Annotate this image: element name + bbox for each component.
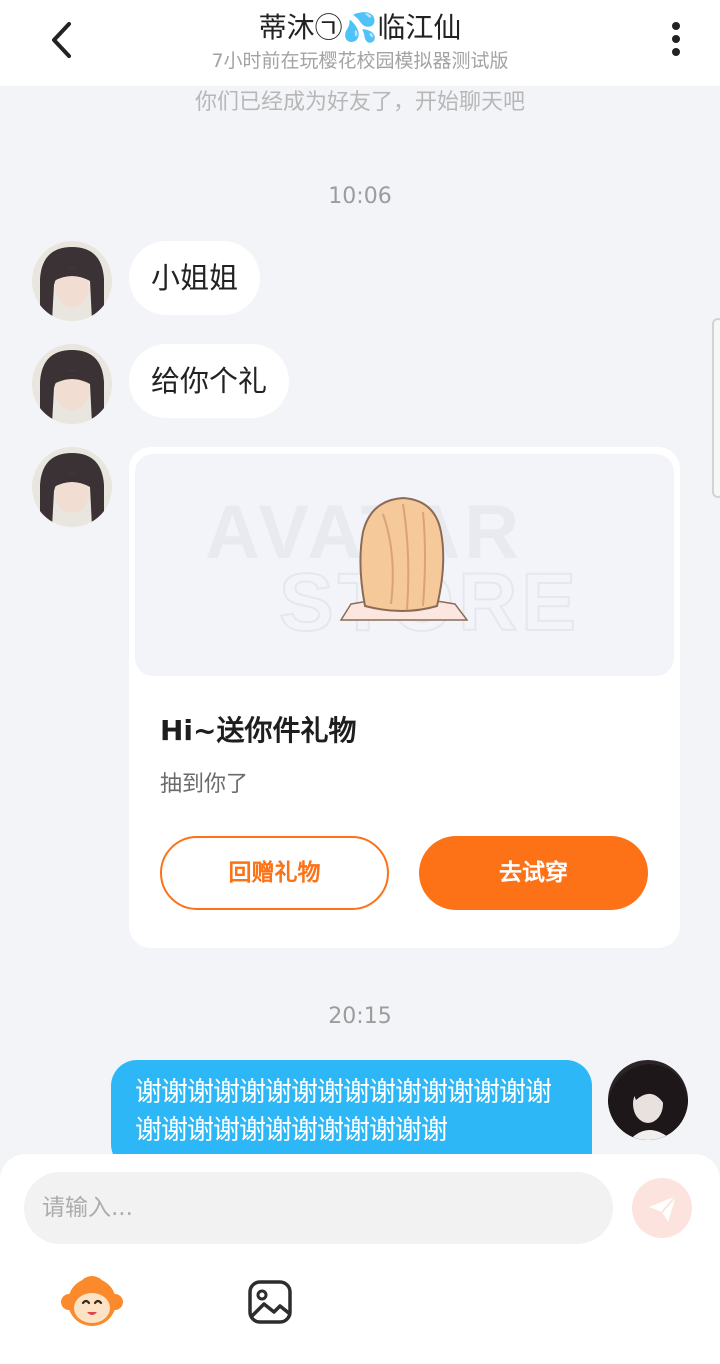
gift-description: 抽到你了: [160, 772, 249, 797]
chat-screen: 蒂沐㉠💦临江仙 7小时前在玩樱花校园模拟器测试版 你们已经成为好友了，开始聊天吧…: [0, 0, 720, 1364]
timestamp: 10:06: [328, 184, 392, 209]
gift-title: Hi~送你件礼物: [160, 714, 357, 747]
more-options-button[interactable]: [656, 18, 696, 64]
message-input[interactable]: [24, 1172, 613, 1244]
message-list[interactable]: 你们已经成为好友了，开始聊天吧 10:06 小姐姐 给你个礼 Hi~送你件礼物 …: [0, 86, 720, 1156]
timestamp: 20:15: [328, 1004, 392, 1029]
image-icon: [248, 1280, 292, 1324]
avatar-photo: [32, 241, 112, 321]
avatar-photo: [32, 344, 112, 424]
image-button[interactable]: [246, 1278, 294, 1326]
try-on-button[interactable]: 去试穿: [419, 836, 648, 910]
message-bubble[interactable]: 小姐姐: [129, 241, 261, 315]
gift-banner: AVATAR STORE: [135, 454, 674, 676]
monkey-emoji-icon: [61, 1276, 123, 1326]
contact-avatar[interactable]: [32, 241, 112, 321]
contact-avatar[interactable]: [32, 447, 112, 527]
system-notice: 你们已经成为好友了，开始聊天吧: [194, 90, 525, 115]
message-bubble[interactable]: 给你个礼: [129, 344, 290, 418]
return-gift-button[interactable]: 回赠礼物: [160, 836, 389, 910]
send-button[interactable]: [632, 1178, 692, 1238]
avatar-photo: [608, 1060, 688, 1140]
scroll-handle[interactable]: [712, 318, 720, 498]
chat-header: 蒂沐㉠💦临江仙 7小时前在玩樱花校园模拟器测试版: [0, 0, 720, 86]
chat-subtitle: 7小时前在玩樱花校园模拟器测试版: [211, 50, 509, 72]
contact-avatar[interactable]: [32, 344, 112, 424]
chat-title: 蒂沐㉠💦临江仙: [258, 11, 462, 44]
emoji-button[interactable]: [60, 1274, 124, 1330]
avatar-photo: [32, 447, 112, 527]
my-avatar[interactable]: [608, 1060, 688, 1140]
composer: [0, 1154, 720, 1364]
outgoing-message-bubble[interactable]: 谢谢谢谢谢谢谢谢谢谢谢谢谢谢谢谢谢谢谢谢谢谢谢谢谢谢谢谢: [111, 1060, 592, 1156]
paper-plane-icon: [649, 1195, 677, 1222]
more-vertical-icon: [672, 22, 680, 56]
avatar-store-watermark: AVATAR STORE: [205, 490, 577, 649]
gift-card[interactable]: AVATAR STORE Hi~送你件礼物 抽到你了 回赠礼物 去试穿: [129, 447, 680, 948]
